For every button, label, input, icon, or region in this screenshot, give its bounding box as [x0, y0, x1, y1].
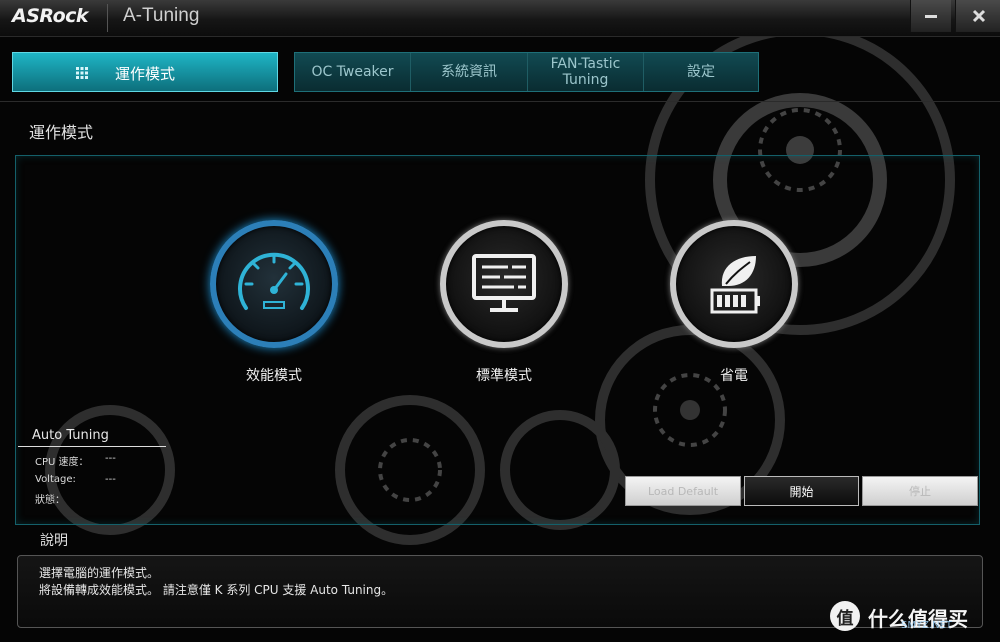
eco-battery-icon: [710, 256, 760, 314]
load-default-button[interactable]: Load Default: [625, 476, 741, 506]
page-title: 運作模式: [29, 123, 94, 142]
mode-performance-label: 效能模式: [246, 368, 302, 384]
auto-tuning-title: Auto Tuning: [18, 428, 166, 447]
nav-divider: [0, 101, 1000, 102]
mode-power-saving-button[interactable]: [670, 220, 798, 348]
start-button[interactable]: 開始: [744, 476, 859, 506]
cpu-speed-value: ---: [105, 453, 116, 464]
auto-tuning-panel: Auto Tuning CPU 速度： --- Voltage: --- 狀態：: [18, 428, 166, 506]
mode-performance-button[interactable]: [210, 220, 338, 348]
mode-standard-button[interactable]: [440, 220, 568, 348]
description-heading: 說明: [40, 533, 68, 549]
minimize-icon: [925, 15, 937, 18]
tab-fan-tastic-tuning[interactable]: FAN-Tastic Tuning: [528, 53, 644, 91]
tab-settings[interactable]: 設定: [644, 53, 758, 91]
app-title: A-Tuning: [123, 5, 200, 26]
nav-operation-mode[interactable]: 運作模式: [12, 52, 278, 92]
close-icon: [972, 9, 985, 23]
stop-button[interactable]: 停止: [862, 476, 978, 506]
close-button[interactable]: [955, 0, 1000, 32]
watermark-logo: 值: [830, 601, 860, 631]
title-separator: [107, 4, 108, 32]
auto-tuning-row: CPU 速度： ---: [18, 453, 166, 468]
mode-standard-label: 標準模式: [476, 368, 532, 384]
grid-icon: [76, 67, 88, 79]
mode-standard[interactable]: 標準模式: [439, 220, 569, 385]
status-label: 狀態：: [35, 495, 65, 506]
tab-system-info[interactable]: 系統資訊: [411, 53, 528, 91]
title-bar: ASRock A-Tuning: [0, 0, 1000, 37]
watermark-site: SMYZ.NET: [901, 620, 953, 631]
speedometer-icon: [238, 252, 310, 310]
auto-tuning-row: Voltage: ---: [18, 474, 166, 485]
description-line: 選擇電腦的運作模式。: [39, 566, 160, 580]
auto-tuning-row: 狀態：: [18, 491, 166, 506]
tab-oc-tweaker[interactable]: OC Tweaker: [295, 53, 411, 91]
nav-operation-mode-label: 運作模式: [115, 65, 176, 83]
voltage-value: ---: [105, 474, 116, 485]
minimize-button[interactable]: [910, 0, 951, 32]
nav-tabs: OC Tweaker 系統資訊 FAN-Tastic Tuning 設定: [294, 52, 759, 92]
cpu-speed-label: CPU 速度：: [35, 457, 89, 468]
mode-power-saving-label: 省電: [720, 368, 748, 384]
voltage-label: Voltage:: [35, 474, 76, 485]
mode-power-saving[interactable]: 省電: [669, 220, 799, 385]
asrock-logo: ASRock: [12, 5, 89, 27]
description-line: 將設備轉成效能模式。 請注意僅 K 系列 CPU 支援 Auto Tuning。: [39, 583, 394, 597]
monitor-icon: [472, 254, 536, 312]
mode-performance[interactable]: 效能模式: [209, 220, 339, 385]
